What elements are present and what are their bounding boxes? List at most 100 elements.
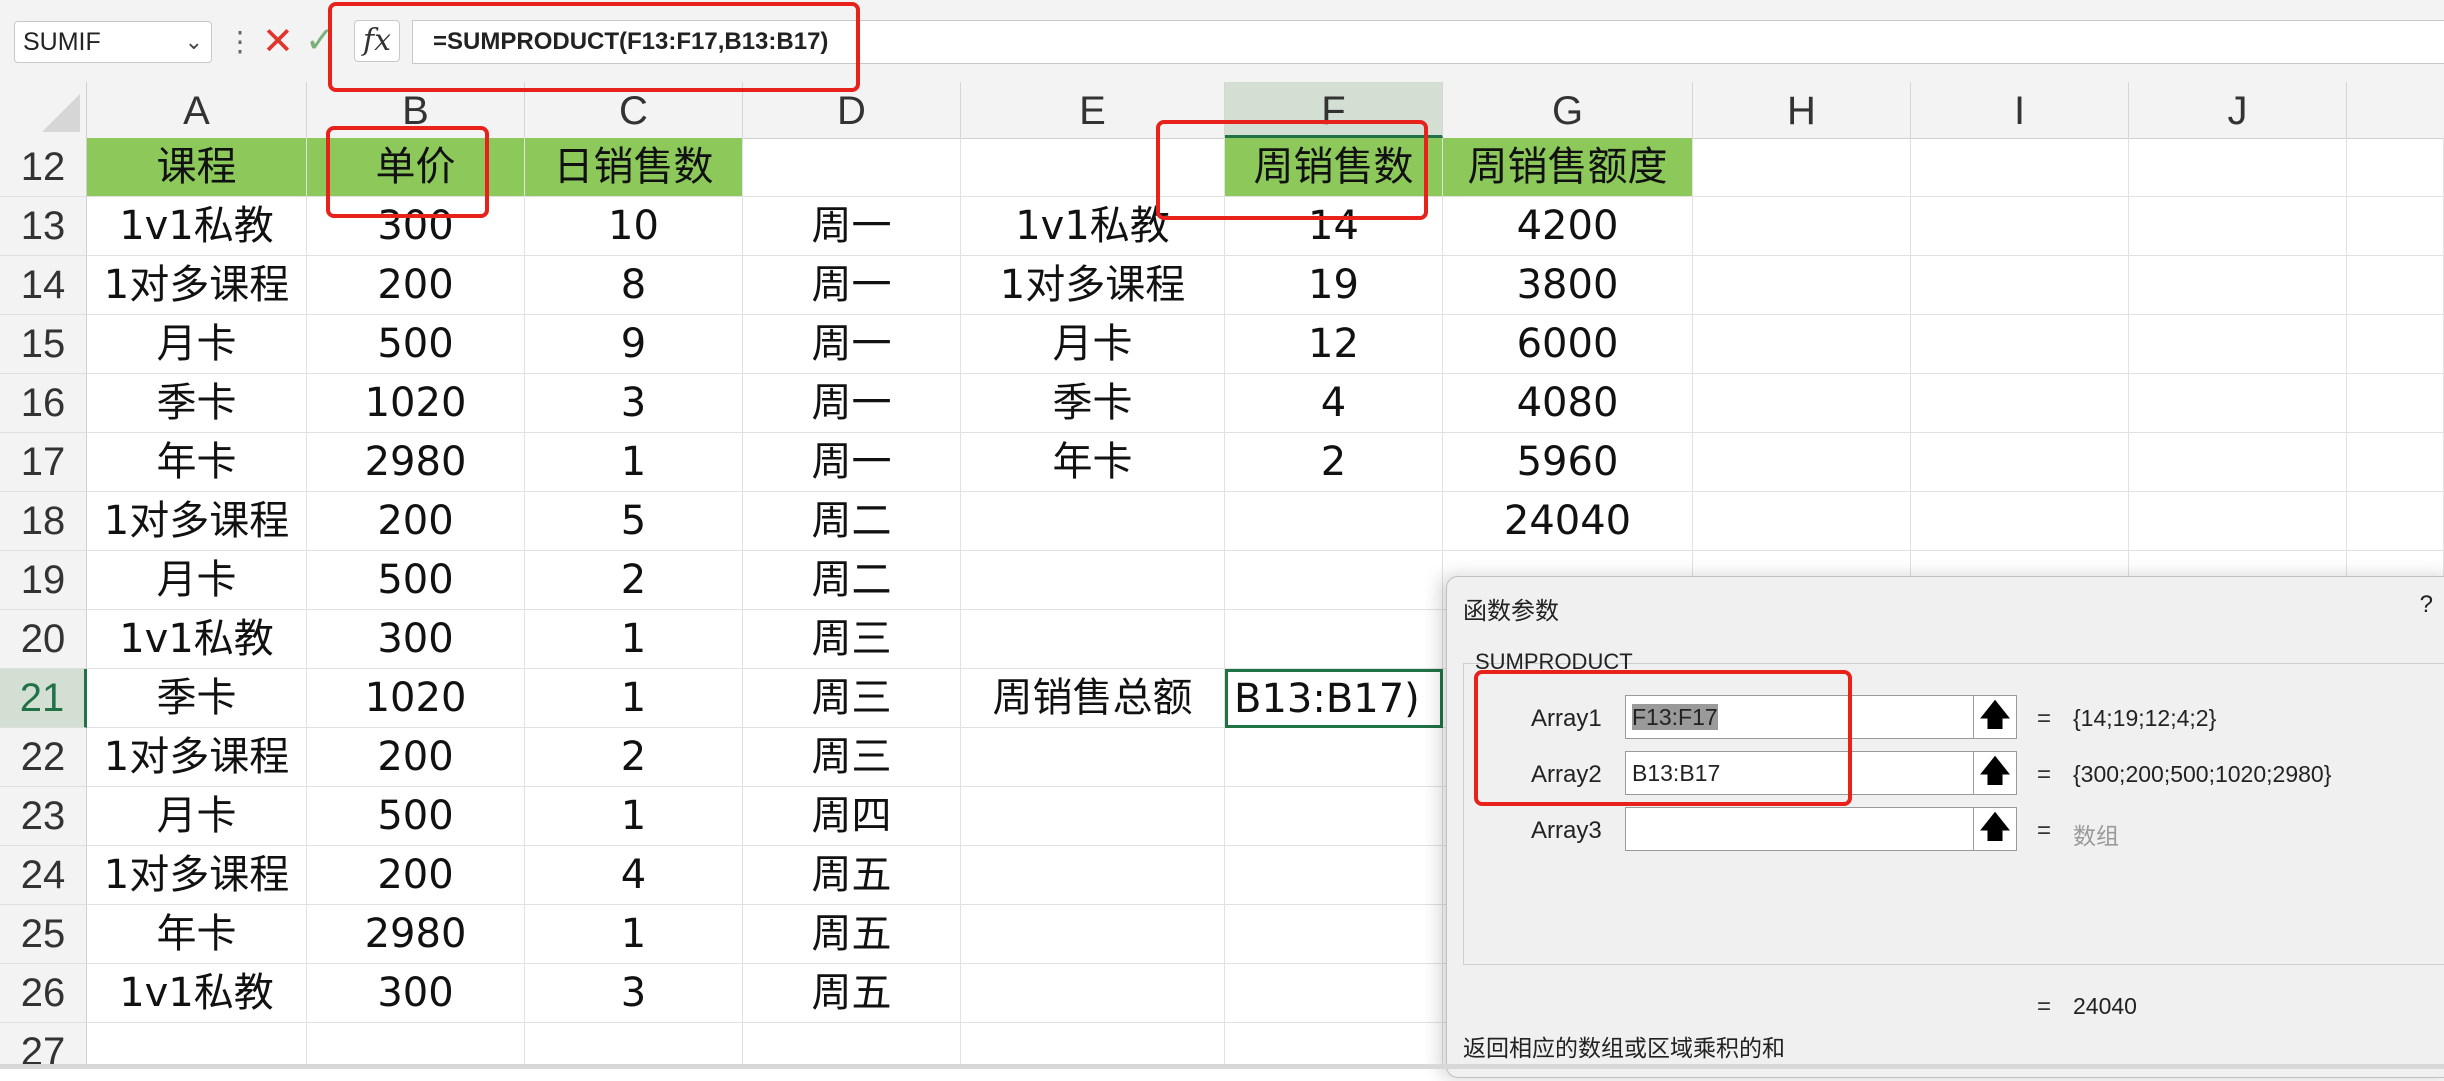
name-box[interactable]: SUMIF ⌄ (14, 21, 212, 63)
row-header[interactable]: 18 (0, 492, 87, 551)
grid-cell[interactable] (2129, 315, 2347, 374)
row-header[interactable]: 21 (0, 669, 87, 728)
weekly-total-value-cell[interactable]: 24040 (1443, 492, 1693, 551)
grid-cell[interactable] (743, 138, 961, 197)
vertical-dots-icon[interactable]: ⋮ (226, 24, 254, 60)
grid-cell[interactable] (1693, 256, 1911, 315)
row-header[interactable]: 15 (0, 315, 87, 374)
table-row-cell[interactable]: 年卡 (87, 433, 307, 492)
table-row-cell[interactable]: 500 (307, 551, 525, 610)
table-row-cell[interactable]: 周三 (743, 728, 961, 787)
array3-input[interactable] (1625, 807, 1975, 851)
grid-cell[interactable] (961, 492, 1225, 551)
summary-row-cell[interactable]: 3800 (1443, 256, 1693, 315)
table-row-cell[interactable]: 500 (307, 315, 525, 374)
grid-cell[interactable] (2129, 374, 2347, 433)
summary-row-cell[interactable]: 月卡 (961, 315, 1225, 374)
table-row-cell[interactable]: 200 (307, 492, 525, 551)
grid-cell[interactable] (1225, 551, 1443, 610)
grid-cell[interactable] (1225, 492, 1443, 551)
table-header-cell[interactable]: 日销售数 (525, 138, 743, 197)
row-header[interactable]: 17 (0, 433, 87, 492)
row-header[interactable]: 19 (0, 551, 87, 610)
table-row-cell[interactable]: 周五 (743, 846, 961, 905)
grid-cell[interactable] (1911, 433, 2129, 492)
column-header-i[interactable]: I (1911, 82, 2129, 138)
row-header[interactable]: 24 (0, 846, 87, 905)
table-row-cell[interactable]: 周一 (743, 433, 961, 492)
ref-arrow-up-icon[interactable]: 🡅 (1973, 695, 2017, 739)
table-row-cell[interactable]: 3 (525, 964, 743, 1023)
summary-row-cell[interactable]: 12 (1225, 315, 1443, 374)
table-row-cell[interactable]: 3 (525, 374, 743, 433)
grid-cell[interactable] (1225, 905, 1443, 964)
table-row-cell[interactable]: 1020 (307, 669, 525, 728)
grid-cell[interactable] (1693, 197, 1911, 256)
table-row-cell[interactable]: 周五 (743, 905, 961, 964)
table-row-cell[interactable]: 1020 (307, 374, 525, 433)
table-row-cell[interactable]: 5 (525, 492, 743, 551)
grid-cell[interactable] (961, 551, 1225, 610)
column-header-g[interactable]: G (1443, 82, 1693, 138)
summary-row-cell[interactable]: 2 (1225, 433, 1443, 492)
grid-cell[interactable] (961, 787, 1225, 846)
row-header[interactable]: 20 (0, 610, 87, 669)
row-header[interactable]: 27 (0, 1023, 87, 1074)
row-header[interactable]: 22 (0, 728, 87, 787)
table-row-cell[interactable]: 500 (307, 787, 525, 846)
active-cell-f21[interactable]: B13:B17) (1225, 669, 1443, 728)
table-row-cell[interactable]: 200 (307, 846, 525, 905)
grid-cell[interactable] (1693, 315, 1911, 374)
grid-cell[interactable] (1911, 492, 2129, 551)
table-row-cell[interactable]: 1 (525, 787, 743, 846)
grid-cell[interactable] (1693, 138, 1911, 197)
grid-cell[interactable] (2347, 374, 2444, 433)
table-row-cell[interactable]: 2980 (307, 905, 525, 964)
grid-cell[interactable] (1911, 138, 2129, 197)
summary-row-cell[interactable]: 4 (1225, 374, 1443, 433)
summary-row-cell[interactable]: 4200 (1443, 197, 1693, 256)
column-header-h[interactable]: H (1693, 82, 1911, 138)
grid-cell[interactable] (1225, 1023, 1443, 1069)
column-header-k[interactable] (2347, 82, 2444, 138)
table-row-cell[interactable]: 周二 (743, 551, 961, 610)
grid-cell[interactable] (1911, 374, 2129, 433)
table-row-cell[interactable]: 年卡 (87, 905, 307, 964)
table-row-cell[interactable]: 周一 (743, 374, 961, 433)
table-row-cell[interactable]: 1对多课程 (87, 492, 307, 551)
weekly-total-label-cell[interactable]: 周销售总额 (961, 669, 1225, 728)
table-row-cell[interactable]: 10 (525, 197, 743, 256)
cancel-icon[interactable]: ✕ (262, 18, 294, 64)
grid-cell[interactable] (961, 728, 1225, 787)
grid-cell[interactable] (1225, 964, 1443, 1023)
summary-row-cell[interactable]: 1对多课程 (961, 256, 1225, 315)
grid-cell[interactable] (2347, 492, 2444, 551)
row-header[interactable]: 16 (0, 374, 87, 433)
table-row-cell[interactable]: 季卡 (87, 374, 307, 433)
grid-cell[interactable] (1225, 728, 1443, 787)
table-row-cell[interactable]: 季卡 (87, 669, 307, 728)
table-row-cell[interactable]: 1v1私教 (87, 964, 307, 1023)
grid-cell[interactable] (961, 610, 1225, 669)
row-header[interactable]: 12 (0, 138, 87, 197)
grid-cell[interactable] (2129, 256, 2347, 315)
grid-cell[interactable] (743, 1023, 961, 1069)
table-row-cell[interactable]: 周一 (743, 197, 961, 256)
table-row-cell[interactable]: 4 (525, 846, 743, 905)
grid-cell[interactable] (1225, 787, 1443, 846)
grid-cell[interactable] (2347, 315, 2444, 374)
grid-cell[interactable] (2347, 433, 2444, 492)
summary-row-cell[interactable]: 5960 (1443, 433, 1693, 492)
table-row-cell[interactable]: 月卡 (87, 787, 307, 846)
table-row-cell[interactable]: 周三 (743, 669, 961, 728)
row-header[interactable]: 26 (0, 964, 87, 1023)
grid-cell[interactable] (1693, 492, 1911, 551)
table-row-cell[interactable]: 1v1私教 (87, 197, 307, 256)
grid-cell[interactable] (2129, 138, 2347, 197)
column-header-j[interactable]: J (2129, 82, 2347, 138)
table-row-cell[interactable]: 1对多课程 (87, 728, 307, 787)
grid-cell[interactable] (2129, 492, 2347, 551)
table-row-cell[interactable]: 8 (525, 256, 743, 315)
table-row-cell[interactable]: 周三 (743, 610, 961, 669)
grid-cell[interactable] (1225, 846, 1443, 905)
